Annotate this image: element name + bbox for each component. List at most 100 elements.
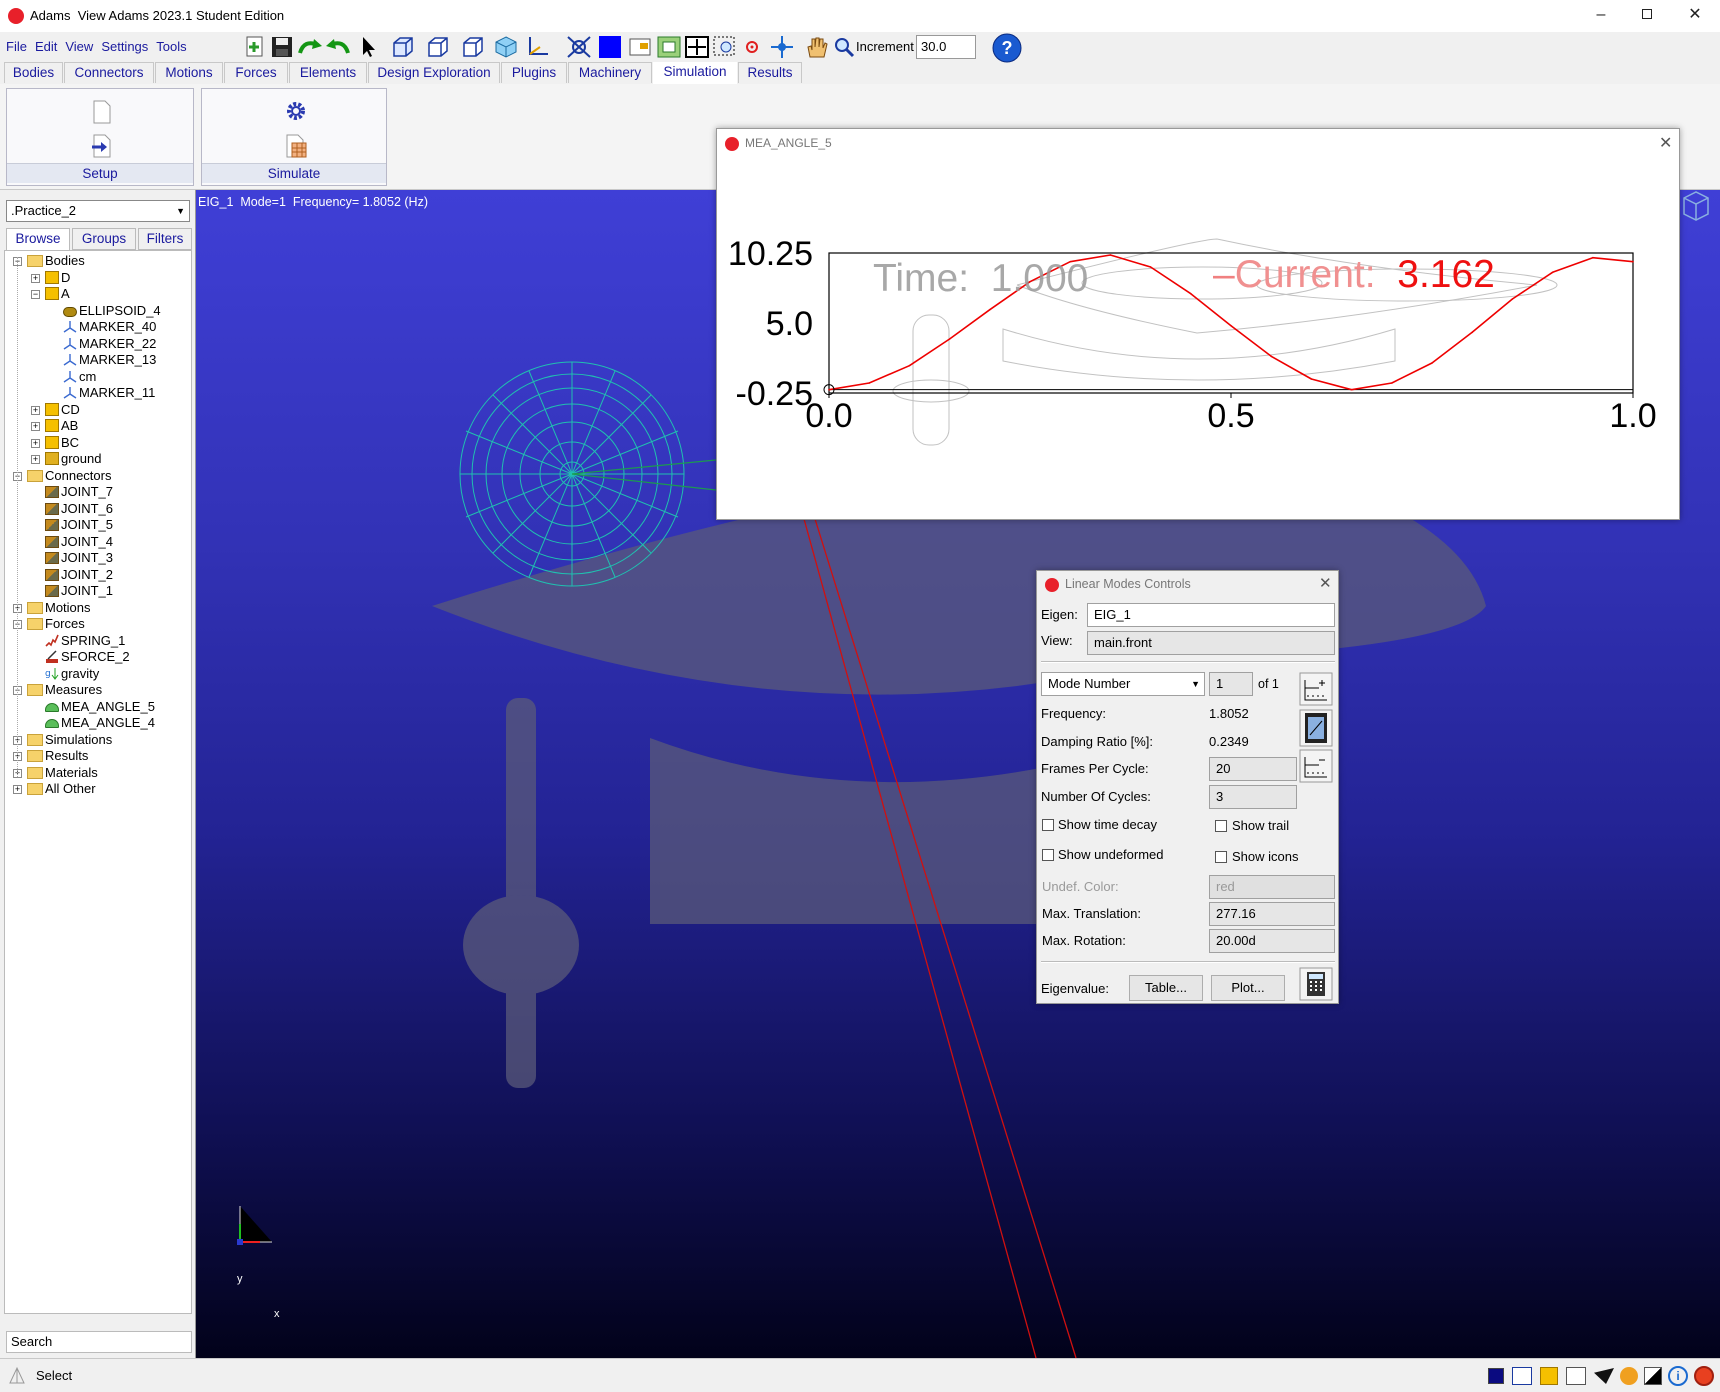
tree-item[interactable]: MARKER_22 <box>63 335 156 353</box>
view-cube-icon[interactable] <box>1683 191 1709 221</box>
minimize-button[interactable]: – <box>1578 0 1624 30</box>
zoom-fit-icon[interactable] <box>656 35 682 59</box>
tree-item[interactable]: + Simulations <box>13 731 112 749</box>
undef-color-input[interactable]: red <box>1209 875 1335 899</box>
tree-item[interactable]: + D <box>31 269 70 287</box>
menu-tools[interactable]: Tools <box>152 34 190 60</box>
maximize-button[interactable] <box>1624 0 1670 30</box>
view-top-icon[interactable] <box>460 35 486 59</box>
calculator-icon[interactable] <box>1299 967 1333 1001</box>
tab-machinery[interactable]: Machinery <box>568 62 652 83</box>
view-front-icon[interactable] <box>390 35 416 59</box>
animate-film-icon[interactable] <box>1299 709 1333 747</box>
stop-icon[interactable] <box>1694 1366 1714 1386</box>
mode-number-input[interactable]: 1 <box>1209 672 1253 696</box>
background-color-icon[interactable] <box>1488 1368 1504 1384</box>
undo-icon[interactable] <box>296 35 324 59</box>
tree-item[interactable]: − Forces <box>13 615 85 633</box>
expand-icon[interactable]: + <box>13 785 22 794</box>
tree-item[interactable]: SFORCE_2 <box>45 648 130 666</box>
tab-connectors[interactable]: Connectors <box>64 62 154 83</box>
show-icons-checkbox[interactable] <box>1215 851 1227 863</box>
select-pointer-icon[interactable] <box>358 35 378 59</box>
expand-icon[interactable]: + <box>31 273 40 283</box>
tab-simulation[interactable]: Simulation <box>653 62 737 84</box>
tree-item[interactable]: MARKER_11 <box>63 384 155 402</box>
tree-item[interactable]: MEA_ANGLE_5 <box>45 698 155 716</box>
max-rotation-input[interactable]: 20.00d <box>1209 929 1335 953</box>
tree-item[interactable]: − Connectors <box>13 467 111 485</box>
tree-item[interactable]: JOINT_3 <box>45 549 113 567</box>
tree-item[interactable]: + BC <box>31 434 79 452</box>
tree-item[interactable]: − Bodies <box>13 252 85 270</box>
view-layout-icon[interactable] <box>628 35 654 59</box>
simulation-setup-icon[interactable] <box>91 99 113 125</box>
database-icon[interactable] <box>1540 1367 1558 1385</box>
eigenvalue-plot-button[interactable]: Plot... <box>1211 975 1285 1001</box>
zoom-box-icon[interactable] <box>712 35 738 59</box>
zoom-icon[interactable] <box>832 35 856 59</box>
tree-item[interactable]: + All Other <box>13 780 96 798</box>
plot-icon[interactable] <box>1512 1367 1532 1385</box>
mode-increase-icon[interactable] <box>1299 672 1333 706</box>
tab-groups[interactable]: Groups <box>72 228 136 250</box>
expand-icon[interactable]: + <box>31 438 40 448</box>
expand-icon[interactable]: + <box>31 405 40 415</box>
pan-hand-icon[interactable] <box>804 35 830 59</box>
tree-item[interactable]: + CD <box>31 401 80 419</box>
simulation-script-icon[interactable] <box>284 133 310 159</box>
tree-item[interactable]: + ground <box>31 450 101 468</box>
close-button[interactable]: ✕ <box>1672 0 1718 30</box>
new-model-icon[interactable] <box>244 35 266 59</box>
simulate-group-label[interactable]: Simulate <box>202 163 386 183</box>
tree-item[interactable]: MEA_ANGLE_4 <box>45 714 155 732</box>
render-mode-icon[interactable] <box>566 35 592 59</box>
save-icon[interactable] <box>270 35 294 59</box>
rotate-icon[interactable] <box>768 35 796 59</box>
tree-item[interactable]: ELLIPSOID_4 <box>63 302 161 320</box>
color-blue-icon[interactable] <box>598 35 622 59</box>
max-translation-input[interactable]: 277.16 <box>1209 902 1335 926</box>
import-settings-icon[interactable] <box>91 133 115 159</box>
tree-item[interactable]: cm <box>63 368 96 386</box>
redo-icon[interactable] <box>324 35 352 59</box>
show-trail-checkbox[interactable] <box>1215 820 1227 832</box>
menu-view[interactable]: View <box>61 34 97 60</box>
table-icon[interactable] <box>1566 1367 1586 1385</box>
tree-item[interactable]: JOINT_5 <box>45 516 113 534</box>
run-simulation-gear-icon[interactable] <box>284 99 308 123</box>
plot-window-mea-angle-5[interactable]: MEA_ANGLE_5 ✕ 10.25 5.0 -0.25 0.0 0.5 1.0 Tim… <box>716 128 1680 520</box>
show-time-decay-checkbox[interactable] <box>1042 819 1054 831</box>
info-icon[interactable]: i <box>1668 1366 1688 1386</box>
tree-item[interactable]: MARKER_40 <box>63 318 156 336</box>
tree-item[interactable]: JOINT_4 <box>45 533 113 551</box>
tab-elements[interactable]: Elements <box>289 62 367 83</box>
help-icon[interactable]: ? <box>992 33 1022 63</box>
view-input[interactable]: main.front <box>1087 631 1335 655</box>
tab-forces[interactable]: Forces <box>224 62 288 83</box>
tab-motions[interactable]: Motions <box>155 62 223 83</box>
menu-edit[interactable]: Edit <box>31 34 61 60</box>
globe-icon[interactable] <box>1620 1367 1638 1385</box>
tree-item[interactable]: g gravity <box>45 665 99 683</box>
tab-filters[interactable]: Filters <box>138 228 192 250</box>
show-undeformed-checkbox[interactable] <box>1042 849 1054 861</box>
menu-settings[interactable]: Settings <box>97 34 152 60</box>
tab-bodies[interactable]: Bodies <box>4 62 63 83</box>
expand-icon[interactable]: + <box>31 455 40 464</box>
tree-item[interactable]: SPRING_1 <box>45 632 125 650</box>
collapse-icon[interactable]: − <box>31 290 40 299</box>
tree-item[interactable]: − Measures <box>13 681 102 699</box>
triad-icon[interactable] <box>524 35 550 59</box>
setup-group-label[interactable]: Setup <box>7 163 193 183</box>
tab-browse[interactable]: Browse <box>6 228 70 250</box>
eigen-input[interactable]: EIG_1 <box>1087 603 1335 627</box>
tree-item[interactable]: + AB <box>31 417 78 435</box>
frames-per-cycle-input[interactable]: 20 <box>1209 757 1297 781</box>
tree-item[interactable]: JOINT_2 <box>45 566 113 584</box>
tab-plugins[interactable]: Plugins <box>501 62 567 83</box>
view-iso-icon[interactable] <box>494 35 518 59</box>
tree-item[interactable]: − A <box>31 285 70 303</box>
number-of-cycles-input[interactable]: 3 <box>1209 785 1297 809</box>
mode-decrease-icon[interactable] <box>1299 749 1333 783</box>
